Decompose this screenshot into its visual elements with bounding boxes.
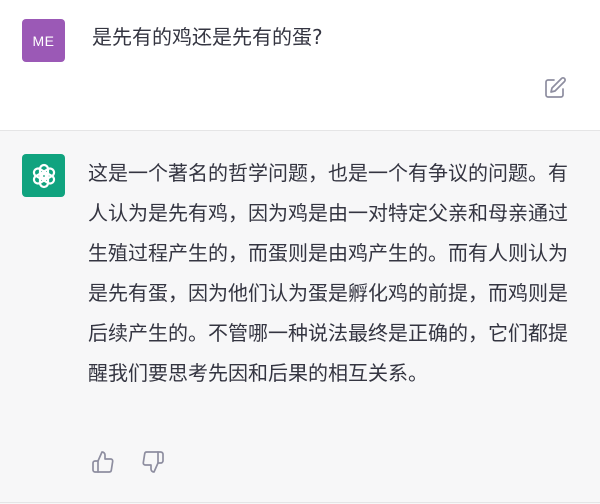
user-question-text: 是先有的鸡还是先有的蛋? (92, 25, 323, 49)
thumbs-down-icon[interactable] (141, 450, 165, 474)
user-avatar-label: ME (32, 32, 55, 49)
openai-logo-icon (32, 163, 55, 188)
assistant-answer-text: 这是一个著名的哲学问题，也是一个有争议的问题。有人认为是先有鸡，因为鸡是由一对特… (88, 161, 568, 385)
assistant-avatar (22, 154, 65, 197)
user-avatar: ME (22, 19, 65, 62)
thumbs-up-icon[interactable] (91, 450, 115, 474)
edit-icon[interactable] (543, 76, 567, 100)
user-message-row: ME 是先有的鸡还是先有的蛋? (0, 0, 600, 130)
feedback-buttons (91, 450, 165, 474)
assistant-message-row: 这是一个著名的哲学问题，也是一个有争议的问题。有人认为是先有鸡，因为鸡是由一对特… (0, 130, 600, 504)
